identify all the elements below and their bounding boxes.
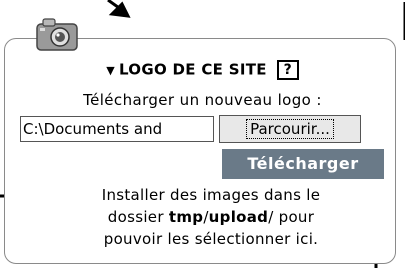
arrow-top <box>107 0 131 18</box>
camera-icon <box>36 18 78 51</box>
instructions-text: dossier <box>107 208 169 226</box>
folder-tmp: tmp <box>168 208 204 226</box>
instructions-text-end: / pour <box>268 208 315 226</box>
browse-button[interactable]: Parcourir... <box>219 115 361 143</box>
upload-button[interactable]: Télécharger <box>222 149 384 179</box>
browse-button-label: Parcourir... <box>246 119 334 139</box>
panel-title-row: ▼ LOGO DE CE SITE? <box>0 60 405 80</box>
collapse-triangle-icon[interactable]: ▼ <box>106 64 115 77</box>
upload-prompt: Télécharger un nouveau logo : <box>83 91 322 109</box>
folder-upload: upload <box>208 208 269 226</box>
instructions-line-2: dossier tmp/upload/ pour <box>40 206 382 228</box>
upload-instructions: Installer des images dans le dossier tmp… <box>40 184 382 250</box>
panel-title: LOGO DE CE SITE <box>118 60 267 79</box>
logo-file-field[interactable]: C:\Documents and <box>20 116 214 142</box>
instructions-line-1: Installer des images dans le <box>101 186 321 204</box>
instructions-line-3: pouvoir les sélectionner ici. <box>103 230 319 248</box>
help-icon[interactable]: ? <box>276 60 299 80</box>
